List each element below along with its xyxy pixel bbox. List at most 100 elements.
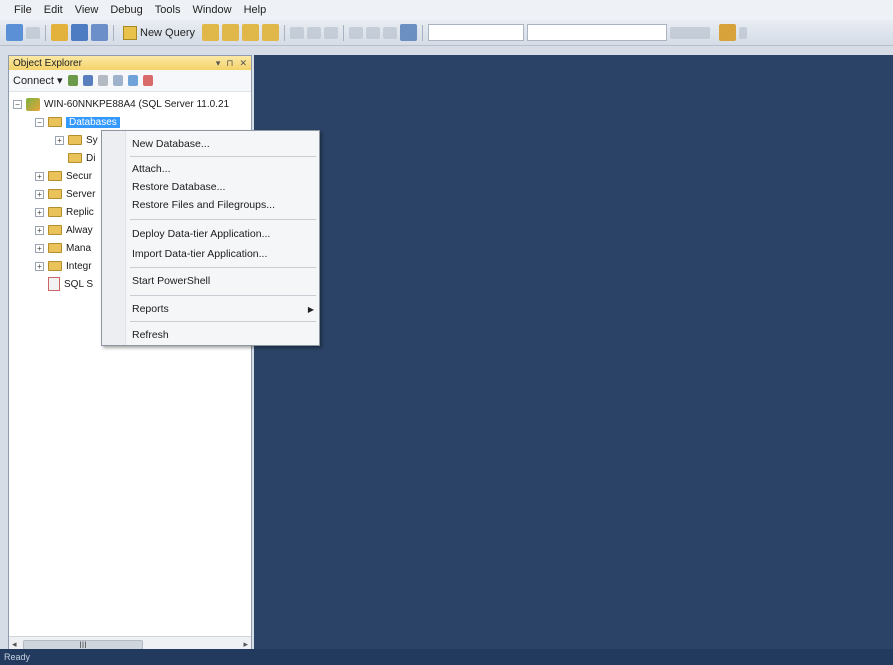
expand-icon[interactable]: + bbox=[55, 135, 64, 145]
open-file-icon[interactable] bbox=[51, 24, 68, 41]
close-icon[interactable]: ✕ bbox=[239, 58, 247, 69]
folder-icon bbox=[48, 225, 62, 235]
menu-help[interactable]: Help bbox=[238, 4, 273, 16]
dmx-query-icon[interactable] bbox=[262, 24, 280, 41]
folder-icon bbox=[48, 243, 62, 253]
tree-node-alwayson[interactable]: + Alway bbox=[35, 221, 93, 239]
connect-db-icon[interactable] bbox=[67, 75, 78, 86]
alwayson-label: Alway bbox=[66, 224, 93, 236]
menu-item-label: New Database... bbox=[132, 138, 210, 150]
scroll-grip: III bbox=[79, 639, 87, 650]
document-area[interactable] bbox=[254, 55, 893, 649]
tree-node-server[interactable]: − WIN-60NNKPE88A4 (SQL Server 11.0.21 bbox=[13, 95, 229, 113]
tree-node-database-snapshots[interactable]: Di bbox=[68, 149, 95, 167]
toolbar-options-icon[interactable] bbox=[739, 26, 748, 39]
expand-icon[interactable]: + bbox=[35, 207, 44, 217]
menu-item-label: Refresh bbox=[132, 329, 169, 341]
search-combo[interactable] bbox=[527, 24, 668, 41]
folder-icon bbox=[48, 261, 62, 271]
menu-item-attach[interactable]: Attach... bbox=[132, 160, 314, 178]
menu-file[interactable]: File bbox=[8, 4, 38, 16]
connect-button[interactable]: Connect ▾ bbox=[13, 74, 63, 87]
find-icon[interactable] bbox=[670, 26, 711, 39]
pin-icon[interactable]: ⊓ bbox=[226, 58, 233, 69]
menu-separator bbox=[130, 267, 316, 268]
menu-debug[interactable]: Debug bbox=[104, 4, 148, 16]
paste-icon[interactable] bbox=[324, 26, 339, 39]
expand-icon[interactable]: + bbox=[35, 189, 44, 199]
object-explorer-toolbar: Connect ▾ bbox=[9, 70, 251, 92]
menu-item-label: Start PowerShell bbox=[132, 275, 211, 287]
new-query-icon bbox=[123, 25, 137, 40]
menu-item-restore-database[interactable]: Restore Database... bbox=[132, 178, 314, 196]
expand-icon[interactable]: + bbox=[35, 243, 44, 253]
undo-icon[interactable] bbox=[349, 26, 364, 39]
expand-icon[interactable]: + bbox=[35, 261, 44, 271]
scrollbar-thumb[interactable]: III bbox=[23, 639, 143, 650]
menu-separator bbox=[130, 321, 316, 322]
tree-node-sql-agent[interactable]: SQL S bbox=[48, 275, 93, 293]
expand-icon[interactable]: + bbox=[35, 171, 44, 181]
navigate-icon[interactable] bbox=[383, 26, 398, 39]
menu-tools[interactable]: Tools bbox=[149, 4, 187, 16]
tree-node-integration[interactable]: + Integr bbox=[35, 257, 92, 275]
refresh-icon[interactable] bbox=[127, 75, 138, 86]
menu-item-reports[interactable]: Reports ▶ bbox=[132, 300, 314, 318]
tree-node-server-objects[interactable]: + Server bbox=[35, 185, 95, 203]
tree-node-replication[interactable]: + Replic bbox=[35, 203, 94, 221]
menu-bar: File Edit View Debug Tools Window Help bbox=[0, 0, 893, 20]
cut-icon[interactable] bbox=[290, 26, 305, 39]
properties-icon[interactable] bbox=[719, 24, 737, 41]
menu-view[interactable]: View bbox=[69, 4, 105, 16]
panel-dropdown-icon[interactable]: ▾ bbox=[216, 58, 221, 69]
collapse-icon[interactable]: − bbox=[35, 117, 44, 127]
stop-icon[interactable] bbox=[97, 75, 108, 86]
debug-icon[interactable] bbox=[400, 24, 418, 41]
toolbar-separator bbox=[422, 24, 424, 41]
menu-item-deploy-data-tier[interactable]: Deploy Data-tier Application... bbox=[132, 225, 314, 243]
menu-window[interactable]: Window bbox=[186, 4, 237, 16]
menu-edit[interactable]: Edit bbox=[38, 4, 69, 16]
save-icon[interactable] bbox=[71, 24, 88, 41]
menu-separator bbox=[130, 156, 316, 157]
tree-node-management[interactable]: + Mana bbox=[35, 239, 91, 257]
save-all-icon[interactable] bbox=[91, 24, 108, 41]
new-project-icon[interactable] bbox=[6, 24, 23, 41]
server-label: WIN-60NNKPE88A4 (SQL Server 11.0.21 bbox=[44, 98, 230, 110]
solution-config-combo[interactable] bbox=[428, 24, 525, 41]
menu-item-label: Restore Database... bbox=[132, 181, 226, 193]
security-label: Secur bbox=[66, 170, 93, 182]
menu-separator bbox=[130, 295, 316, 296]
menu-item-new-database[interactable]: New Database... bbox=[132, 135, 314, 153]
menu-item-import-data-tier[interactable]: Import Data-tier Application... bbox=[132, 245, 314, 263]
disconnect-icon[interactable] bbox=[82, 75, 93, 86]
dropdown-arrow-icon[interactable] bbox=[26, 26, 40, 39]
expand-icon[interactable]: + bbox=[35, 225, 44, 235]
filter-icon[interactable] bbox=[112, 75, 123, 86]
menu-icon-gutter bbox=[102, 131, 126, 345]
redo-icon[interactable] bbox=[366, 26, 381, 39]
copy-icon[interactable] bbox=[307, 26, 322, 39]
sql-agent-icon bbox=[48, 277, 60, 291]
toolbar-separator bbox=[113, 24, 114, 41]
folder-icon bbox=[68, 153, 82, 163]
summary-icon[interactable] bbox=[142, 75, 153, 86]
menu-item-start-powershell[interactable]: Start PowerShell bbox=[132, 272, 314, 290]
new-query-button[interactable]: New Query bbox=[119, 23, 199, 42]
menu-item-restore-files[interactable]: Restore Files and Filegroups... bbox=[132, 196, 314, 214]
tree-node-security[interactable]: + Secur bbox=[35, 167, 92, 185]
analysis-query-icon[interactable] bbox=[222, 24, 240, 41]
server-icon bbox=[26, 97, 40, 111]
system-databases-label: Sy bbox=[86, 134, 98, 146]
tree-node-databases[interactable]: − Databases bbox=[35, 113, 120, 131]
status-text: Ready bbox=[4, 652, 31, 662]
databases-label: Databases bbox=[66, 116, 120, 128]
object-explorer-title: Object Explorer bbox=[13, 57, 82, 69]
tree-node-system-databases[interactable]: + Sy bbox=[55, 131, 98, 149]
menu-item-refresh[interactable]: Refresh bbox=[132, 326, 314, 344]
database-engine-query-icon[interactable] bbox=[202, 24, 220, 41]
panel-controls: ▾ ⊓ ✕ bbox=[216, 58, 247, 69]
database-snapshots-label: Di bbox=[86, 152, 96, 164]
collapse-icon[interactable]: − bbox=[13, 99, 22, 109]
mdx-query-icon[interactable] bbox=[242, 24, 260, 41]
